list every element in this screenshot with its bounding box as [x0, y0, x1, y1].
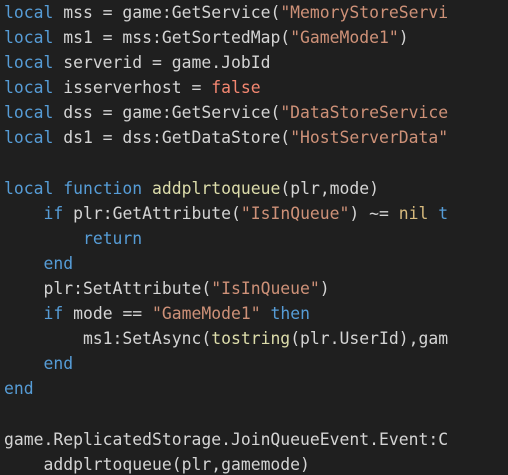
- string-token: "IsInQueue": [211, 279, 320, 299]
- code-text-token: plr:GetAttribute(: [63, 203, 241, 223]
- string-token: "GameMode1": [152, 304, 261, 324]
- keyword-token: return: [82, 228, 143, 248]
- code-line[interactable]: if plr:GetAttribute("IsInQueue") ~= nil …: [4, 201, 448, 226]
- keyword-token: function: [63, 178, 143, 198]
- keyword-token: t: [438, 203, 449, 223]
- code-line[interactable]: local ds1 = dss:GetDataStore("HostServer…: [4, 125, 448, 150]
- keyword-token: end: [4, 379, 34, 399]
- keyword-token: local: [4, 103, 54, 123]
- code-text-token: ds1 = dss:GetDataStore(: [53, 128, 291, 148]
- code-line[interactable]: local isserverhost = false: [4, 75, 448, 100]
- code-line[interactable]: [4, 151, 448, 176]
- keyword-token: end: [43, 253, 74, 273]
- function-name-token: addplrtoqueue: [152, 178, 281, 198]
- keyword-token: if: [43, 304, 64, 324]
- code-line[interactable]: local function addplrtoqueue(plr,mode): [4, 176, 448, 201]
- code-line[interactable]: return: [4, 226, 448, 251]
- code-line[interactable]: local mss = game:GetService("MemoryStore…: [4, 0, 448, 25]
- code-line[interactable]: end: [4, 376, 448, 401]
- code-text-token: ): [398, 28, 409, 48]
- keyword-token: local: [4, 78, 54, 98]
- code-line[interactable]: plr:SetAttribute("IsInQueue"): [4, 276, 448, 301]
- code-text-token: serverid = game.JobId: [53, 53, 271, 73]
- code-line[interactable]: addplrtoqueue(plr,gamemode): [4, 452, 448, 475]
- code-line[interactable]: end: [4, 251, 448, 276]
- code-line[interactable]: [4, 402, 448, 427]
- string-token: "IsInQueue": [240, 203, 350, 223]
- string-token: "HostServerData": [290, 128, 449, 148]
- code-text-token: game.ReplicatedStorage.JoinQueueEvent.Ev…: [4, 429, 449, 449]
- keyword-token: local: [4, 128, 54, 148]
- code-line[interactable]: end: [4, 351, 448, 376]
- string-token: "DataStoreService: [280, 103, 449, 123]
- code-text-token: isserverhost =: [53, 78, 212, 98]
- string-token: "MemoryStoreServi: [280, 3, 449, 22]
- code-lines: local mss = game:GetService("MemoryStore…: [4, 0, 448, 475]
- code-text-token: ) ~=: [349, 203, 399, 223]
- builtin-token: tostring: [211, 329, 291, 349]
- code-line[interactable]: local serverid = game.JobId: [4, 50, 448, 75]
- code-line[interactable]: local dss = game:GetService("DataStoreSe…: [4, 100, 448, 125]
- keyword-token: local: [4, 178, 54, 198]
- keyword-token: end: [43, 354, 74, 374]
- boolean-token: false: [211, 78, 261, 98]
- keyword-token: local: [4, 3, 54, 22]
- code-line[interactable]: ms1:SetAsync(tostring(plr.UserId),gam: [4, 326, 448, 351]
- code-text-token: ms1 = mss:GetSortedMap(: [53, 28, 291, 48]
- code-text-token: plr:SetAttribute(: [4, 279, 212, 299]
- code-text-token: addplrtoqueue(plr,gamemode): [4, 454, 310, 474]
- keyword-token: local: [4, 53, 54, 73]
- keyword-token: if: [43, 203, 64, 223]
- code-line[interactable]: local ms1 = mss:GetSortedMap("GameMode1"…: [4, 25, 448, 50]
- nil-token: nil: [398, 203, 429, 223]
- code-text-token: ms1:SetAsync(: [4, 329, 212, 349]
- code-editor[interactable]: local mss = game:GetService("MemoryStore…: [0, 0, 508, 475]
- code-line[interactable]: if mode == "GameMode1" then: [4, 301, 448, 326]
- code-text-token: dss = game:GetService(: [53, 103, 281, 123]
- keyword-token: local: [4, 28, 54, 48]
- keyword-token: then: [270, 304, 310, 324]
- code-text-token: mode ==: [63, 304, 153, 324]
- string-token: "GameMode1": [290, 28, 399, 48]
- code-text-token: (plr.UserId),gam: [290, 329, 449, 349]
- code-line[interactable]: game.ReplicatedStorage.JoinQueueEvent.Ev…: [4, 427, 448, 452]
- code-text-token: mss = game:GetService(: [53, 3, 281, 22]
- code-text-token: (plr,mode): [280, 178, 380, 198]
- code-text-token: ): [319, 279, 330, 299]
